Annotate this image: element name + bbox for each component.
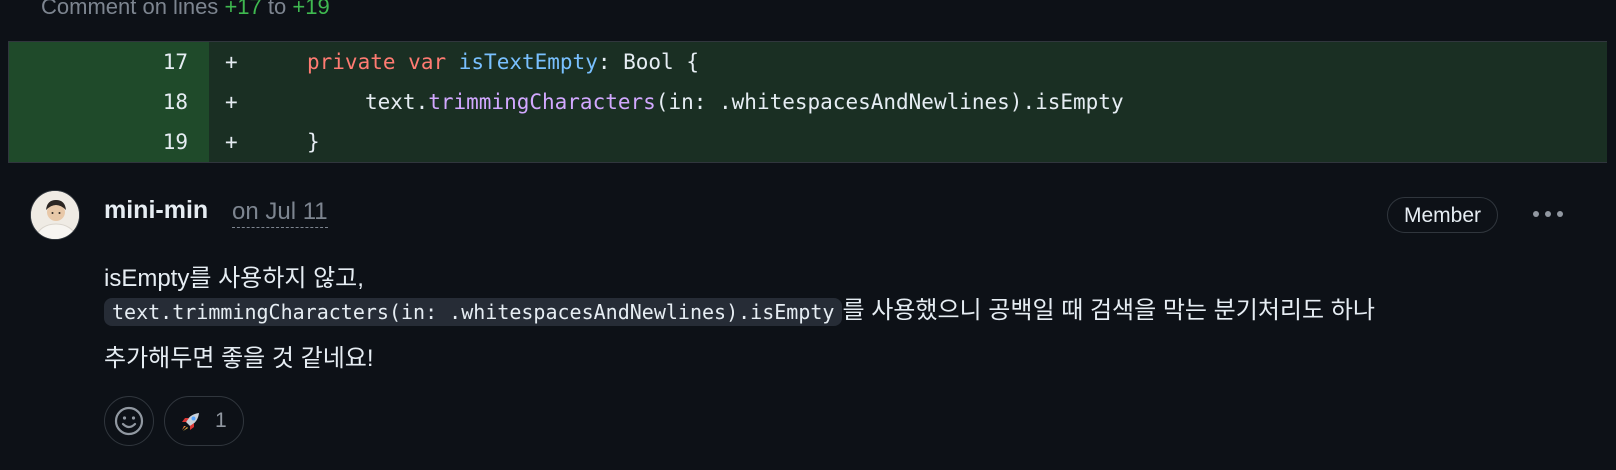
code-text: } <box>307 130 320 154</box>
code-rest: : Bool { <box>597 50 699 74</box>
code-line: + } <box>209 122 1607 162</box>
code-prefix: text. <box>365 90 429 114</box>
code-rest: (in: .whitespacesAndNewlines).isEmpty <box>655 90 1124 114</box>
line-number[interactable]: 18 <box>9 82 209 122</box>
diff-line: 17 + private var isTextEmpty: Bool { <box>9 42 1607 82</box>
function-name: trimmingCharacters <box>428 90 656 114</box>
caption-start-line: +17 <box>224 0 262 19</box>
inline-code: text.trimmingCharacters(in: .whitespaces… <box>104 297 843 326</box>
diff-sign: + <box>225 130 238 154</box>
diff-line: 18 + text.trimmingCharacters(in: .whites… <box>9 82 1607 122</box>
line-number[interactable]: 19 <box>9 122 209 162</box>
comment-author[interactable]: mini-min <box>104 196 208 225</box>
keyword: var <box>408 50 447 74</box>
role-badge: Member <box>1387 197 1499 233</box>
comment-timestamp[interactable]: on Jul 11 <box>232 197 328 228</box>
pr-review-comment-thread: Comment on lines +17 to +19 17 + private… <box>0 0 1616 470</box>
code-line: + private var isTextEmpty: Bool { <box>209 42 1607 82</box>
comment-body-line: isEmpty를 사용하지 않고, <box>104 265 364 292</box>
keyword: private <box>307 50 396 74</box>
caption-prefix: Comment on lines <box>41 0 219 19</box>
comment-body-text: 를 사용했으니 공백일 때 검색을 막는 분기처리도 하나 <box>842 297 1375 324</box>
diff-sign: + <box>225 50 238 74</box>
comment-body-line: 추가해두면 좋을 것 같네요! <box>104 345 374 372</box>
code-text: text.trimmingCharacters(in: .whitespaces… <box>365 82 1124 122</box>
comment-options-button[interactable] <box>1530 202 1570 226</box>
avatar-image <box>31 191 79 239</box>
code-line: + text.trimmingCharacters(in: .whitespac… <box>209 82 1607 122</box>
diff-sign: + <box>225 90 238 114</box>
avatar[interactable] <box>30 190 80 240</box>
diff-snippet: 17 + private var isTextEmpty: Bool { 18 … <box>8 41 1607 163</box>
add-reaction-button[interactable] <box>104 396 154 446</box>
rocket-icon <box>182 413 199 431</box>
comment-lines-caption: Comment on lines +17 to +19 <box>41 0 330 20</box>
reaction-count: 1 <box>215 409 227 432</box>
line-number[interactable]: 17 <box>9 42 209 82</box>
kebab-horizontal-icon <box>1533 211 1563 217</box>
reaction-rocket-button[interactable]: 1 <box>164 396 244 446</box>
code-text: private var isTextEmpty: Bool { <box>307 42 699 82</box>
diff-line: 19 + } <box>9 122 1607 162</box>
comment-body-line: text.trimmingCharacters(in: .whitespaces… <box>104 290 1584 326</box>
smiley-icon <box>114 406 144 436</box>
identifier: isTextEmpty <box>458 50 598 74</box>
caption-joiner: to <box>267 0 287 19</box>
caption-end-line: +19 <box>292 0 330 19</box>
